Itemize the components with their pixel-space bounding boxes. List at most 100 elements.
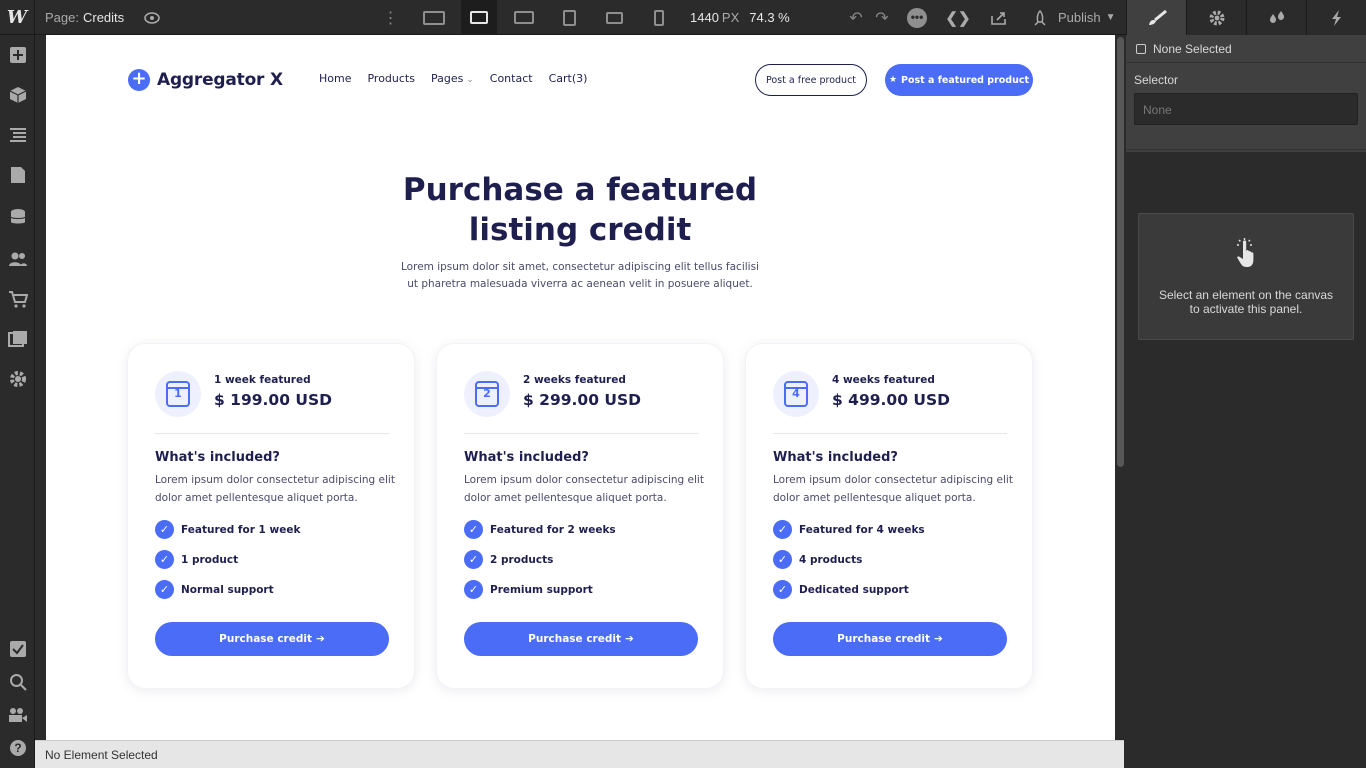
assets-images-icon[interactable] [0,319,35,359]
device-tablet-icon[interactable] [551,0,587,35]
divider [773,433,1007,434]
card-price: $ 199.00 USD [214,391,333,409]
card-description: Lorem ipsum dolor consectetur adipiscing… [464,474,704,504]
help-question-icon[interactable]: ? [0,728,35,768]
post-featured-product-button[interactable]: ★ Post a featured product [885,64,1033,96]
check-icon: ✓ [155,520,174,539]
site-nav: Home Products Pages Contact Cart(3) [319,72,587,85]
svg-text:?: ? [14,741,21,755]
check-icon: ✓ [155,580,174,599]
nav-pages[interactable]: Pages [431,72,474,85]
nav-home[interactable]: Home [319,72,351,85]
empty-selection-hint: Select an element on the canvas to activ… [1138,213,1354,340]
publish-button[interactable]: Publish ▼ [1058,0,1116,35]
hero-subtitle: Lorem ipsum dolor sit amet, consectetur … [401,261,759,290]
star-icon: ★ [888,75,898,85]
calendar-icon: 2 [464,371,510,417]
card-duration: 1 week featured [214,374,311,386]
status-bar: No Element Selected [35,740,1124,768]
site-logo[interactable]: + Aggregator X [128,69,283,91]
post-featured-label: Post a featured product [901,74,1030,86]
hint-message: Select an element on the canvas to activ… [1158,288,1334,316]
page-selector[interactable]: Page: Credits [45,0,124,35]
card-included-heading: What's included? [464,450,589,465]
plus-circle-icon: + [128,69,150,91]
selector-label: Selector [1134,73,1179,87]
users-icon[interactable] [0,239,35,279]
post-free-product-button[interactable]: Post a free product [755,64,867,96]
divider [155,433,389,434]
export-icon[interactable] [986,0,1012,35]
device-mobile-portrait-icon[interactable] [641,0,677,35]
settings-gear-icon[interactable] [0,359,35,399]
check-icon: ✓ [464,550,483,569]
selector-section: Selector None [1126,63,1366,150]
calendar-icon: 4 [773,371,819,417]
zoom-value: 74.3 % [749,10,790,25]
element-settings-gear-icon[interactable] [1186,0,1246,35]
purchase-credit-button[interactable]: Purchase credit ➔ [155,622,389,656]
arrow-right-icon: ➔ [625,633,634,645]
card-price: $ 299.00 USD [523,391,642,409]
purchase-credit-button[interactable]: Purchase credit ➔ [464,622,698,656]
pricing-card-1-week: 1 1 week featured $ 199.00 USD What's in… [127,343,415,689]
feature-item: ✓ Featured for 2 weeks [464,520,616,539]
check-icon: ✓ [773,580,792,599]
purchase-credit-button[interactable]: Purchase credit ➔ [773,622,1007,656]
style-brush-icon[interactable] [1126,0,1186,35]
selection-status[interactable]: None Selected [1126,35,1366,63]
nav-products[interactable]: Products [367,72,415,85]
device-desktop-icon[interactable] [461,0,497,35]
arrow-right-icon: ➔ [316,633,325,645]
check-icon: ✓ [773,550,792,569]
device-desktop-large-icon[interactable] [416,0,452,35]
checkbox-icon [1136,43,1146,54]
webflow-logo[interactable]: W [0,0,35,35]
scrollbar-thumb[interactable] [1117,37,1124,467]
code-icon[interactable]: ❮❯ [945,0,971,35]
nav-cart[interactable]: Cart(3) [549,72,588,85]
divider [464,433,698,434]
feature-item: ✓ 4 products [773,550,862,569]
none-selected-label: None Selected [1153,41,1232,56]
feature-item: ✓ Normal support [155,580,274,599]
designer-left-toolbar: ? [0,35,35,768]
designer-topbar: W Page: Credits ⋮ 1440 PX 74.3 % ↶ ↷ •••… [0,0,1126,35]
more-vertical-icon[interactable]: ⋮ [380,0,400,35]
selector-input[interactable]: None [1134,93,1358,125]
feature-item: ✓ 1 product [155,550,238,569]
navigator-icon[interactable] [0,115,35,155]
undo-icon[interactable]: ↶ [846,0,866,35]
add-panel-icon[interactable] [0,35,35,75]
pages-icon[interactable] [0,155,35,195]
hero-title: Purchase a featured listing credit [402,172,758,248]
design-canvas[interactable]: + Aggregator X Home Products Pages Conta… [46,35,1115,740]
status-text: No Element Selected [45,748,158,762]
symbols-cube-icon[interactable] [0,75,35,115]
device-mobile-landscape-icon[interactable] [596,0,632,35]
interactions-lightning-icon[interactable] [1306,0,1366,35]
feature-item: ✓ 2 products [464,550,553,569]
cms-database-icon[interactable] [0,197,35,237]
width-unit: PX [721,10,740,25]
panel-tabs [1126,0,1366,35]
feature-item: ✓ Dedicated support [773,580,909,599]
nav-contact[interactable]: Contact [490,72,533,85]
device-desktop-star-icon[interactable] [506,0,542,35]
check-icon: ✓ [155,550,174,569]
check-icon: ✓ [464,520,483,539]
redo-icon[interactable]: ↷ [872,0,892,35]
ecommerce-cart-icon[interactable] [0,279,35,319]
width-value: 1440 [690,10,719,25]
more-options-icon[interactable]: ••• [906,0,928,35]
preview-eye-icon[interactable] [140,0,164,35]
pricing-card-4-weeks: 4 4 weeks featured $ 499.00 USD What's i… [745,343,1033,689]
rocket-icon [1030,0,1050,35]
pointer-hand-icon [1139,238,1353,272]
style-manager-drops-icon[interactable] [1246,0,1306,35]
card-description: Lorem ipsum dolor consectetur adipiscing… [155,474,395,504]
publish-label: Publish [1058,10,1101,25]
chevron-down-icon: ▼ [1105,12,1116,23]
feature-item: ✓ Featured for 4 weeks [773,520,925,539]
canvas-scrollbar[interactable] [1115,35,1126,740]
